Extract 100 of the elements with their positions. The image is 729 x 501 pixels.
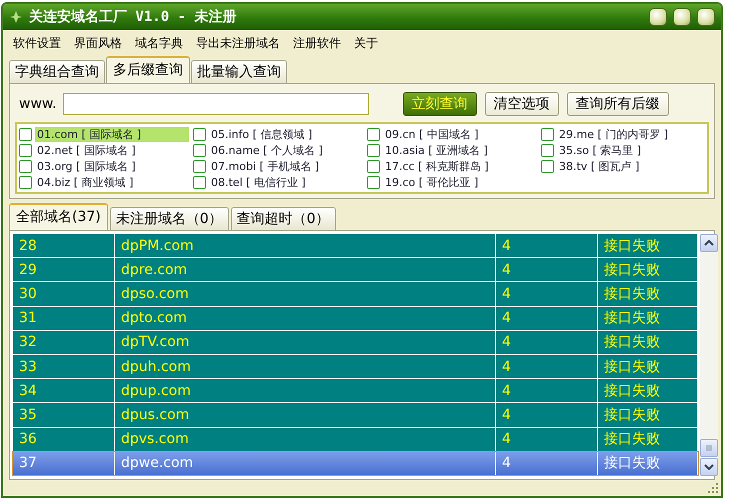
tab[interactable]: 查询超时（0） [230, 207, 336, 230]
table-cell: 接口失败 [598, 355, 698, 378]
checkbox[interactable] [367, 176, 380, 188]
table-cell: 接口失败 [598, 306, 698, 330]
scroll-down-button[interactable] [700, 458, 718, 476]
table-cell: 接口失败 [598, 330, 698, 354]
table-cell: 接口失败 [598, 234, 698, 258]
table-cell: 接口失败 [598, 282, 698, 306]
table-cell: 4 [496, 306, 598, 330]
table-row[interactable]: 34 dpup.com 4 接口失败 [13, 379, 698, 402]
tab[interactable]: 多后缀查询 [106, 56, 190, 83]
checkbox[interactable] [367, 160, 380, 172]
table-cell: 34 [13, 379, 115, 402]
table-cell: 29 [13, 258, 115, 282]
suffix-label[interactable]: 19.co [ 哥伦比亚 ] [383, 174, 480, 190]
table-cell: dpTV.com [115, 330, 496, 354]
table-cell: 28 [13, 234, 115, 258]
suffix-label[interactable]: 03.org [ 国际域名 ] [35, 158, 138, 174]
suffix-label[interactable]: 17.cc [ 科克斯群岛 ] [383, 158, 491, 174]
suffix-label[interactable]: 38.tv [ 图瓦卢 ] [557, 158, 642, 174]
suffix-label[interactable]: 07.mobi [ 手机域名 ] [209, 158, 322, 174]
suffix-label[interactable]: 02.net [ 国际域名 ] [35, 142, 138, 158]
table-cell: dpso.com [115, 282, 496, 306]
table-cell: 30 [13, 282, 115, 306]
window-title: 关连安域名工厂 V1.0 - 未注册 [29, 8, 238, 26]
checkbox[interactable] [19, 128, 32, 140]
tab[interactable]: 未注册域名（0） [110, 207, 229, 230]
table-cell: 4 [496, 379, 598, 402]
menu-item[interactable]: 关于 [354, 35, 378, 52]
maximize-button[interactable] [673, 8, 691, 26]
suffix-label[interactable]: 01.com [ 国际域名 ] [35, 126, 189, 142]
table-cell: dpus.com [115, 403, 496, 427]
table-cell: 接口失败 [598, 258, 698, 282]
table-cell: 接口失败 [598, 452, 698, 476]
menu-item[interactable]: 导出未注册域名 [196, 35, 280, 52]
chevron-down-icon [704, 464, 714, 470]
domain-input[interactable] [62, 93, 369, 115]
checkbox[interactable] [193, 160, 206, 172]
table-cell: 35 [13, 403, 115, 427]
checkbox[interactable] [367, 128, 380, 140]
table-cell: 4 [496, 403, 598, 427]
table-row[interactable]: 28 dpPM.com 4 接口失败 [13, 234, 698, 258]
scroll-thumb[interactable] [700, 439, 718, 457]
suffix-label[interactable]: 09.cn [ 中国域名 ] [383, 126, 481, 142]
action-button[interactable]: 立刻查询 [402, 92, 477, 116]
table-cell: 4 [496, 355, 598, 378]
checkbox[interactable] [193, 128, 206, 140]
table-cell: 4 [496, 330, 598, 354]
table-row[interactable]: 36 dpvs.com 4 接口失败 [13, 428, 698, 451]
table-cell: 4 [496, 258, 598, 282]
suffix-label[interactable]: 05.info [ 信息领域 ] [209, 126, 314, 142]
table-row[interactable]: 29 dpre.com 4 接口失败 [13, 258, 698, 282]
table-row[interactable]: 31 dpto.com 4 接口失败 [13, 306, 698, 330]
table-row[interactable]: 30 dpso.com 4 接口失败 [13, 282, 698, 306]
menu-item[interactable]: 注册软件 [293, 35, 341, 52]
tab[interactable]: 字典组合查询 [9, 60, 105, 83]
table-cell: dpup.com [115, 379, 496, 402]
resize-grip-icon [707, 482, 719, 494]
tab[interactable]: 批量输入查询 [191, 60, 287, 83]
tab[interactable]: 全部域名(37) [9, 203, 108, 230]
checkbox[interactable] [19, 160, 32, 172]
table-cell: 接口失败 [598, 379, 698, 402]
table-cell: 32 [13, 330, 115, 354]
close-button[interactable] [697, 8, 715, 26]
table-cell: dpwe.com [115, 452, 496, 476]
checkbox[interactable] [19, 176, 32, 188]
suffix-label[interactable]: 35.so [ 索马里 ] [557, 142, 644, 158]
scroll-up-button[interactable] [700, 234, 718, 252]
table-cell: dpre.com [115, 258, 496, 282]
checkbox[interactable] [541, 128, 554, 140]
suffix-label[interactable]: 10.asia [ 亚洲域名 ] [383, 142, 490, 158]
checkbox[interactable] [541, 144, 554, 156]
table-cell: 37 [13, 452, 115, 476]
table-cell: 33 [13, 355, 115, 378]
menu-item[interactable]: 界面风格 [74, 35, 122, 52]
checkbox[interactable] [367, 144, 380, 156]
table-row[interactable]: 33 dpuh.com 4 接口失败 [13, 355, 698, 378]
table-row[interactable]: 35 dpus.com 4 接口失败 [13, 403, 698, 427]
suffix-label[interactable]: 06.name [ 个人域名 ] [209, 142, 325, 158]
table-cell: dpuh.com [115, 355, 496, 378]
action-button[interactable]: 查询所有后缀 [566, 92, 669, 116]
action-button[interactable]: 清空选项 [484, 92, 559, 116]
suffix-label[interactable]: 29.me [ 门的内哥罗 ] [557, 126, 670, 142]
suffix-label[interactable]: 04.biz [ 商业领域 ] [35, 174, 136, 190]
table-row[interactable]: 32 dpTV.com 4 接口失败 [13, 330, 698, 354]
prefix-label: www. [19, 96, 57, 112]
checkbox[interactable] [193, 176, 206, 188]
minimize-button[interactable] [649, 8, 667, 26]
scrollbar[interactable] [700, 234, 718, 476]
table-cell: 4 [496, 282, 598, 306]
menu-item[interactable]: 域名字典 [135, 35, 183, 52]
table-cell: 31 [13, 306, 115, 330]
checkbox[interactable] [541, 160, 554, 172]
chevron-up-icon [704, 240, 714, 246]
table-cell: dpto.com [115, 306, 496, 330]
checkbox[interactable] [19, 144, 32, 156]
table-cell: 接口失败 [598, 403, 698, 427]
checkbox[interactable] [193, 144, 206, 156]
menu-item[interactable]: 软件设置 [13, 35, 61, 52]
suffix-label[interactable]: 08.tel [ 电信行业 ] [209, 174, 308, 190]
